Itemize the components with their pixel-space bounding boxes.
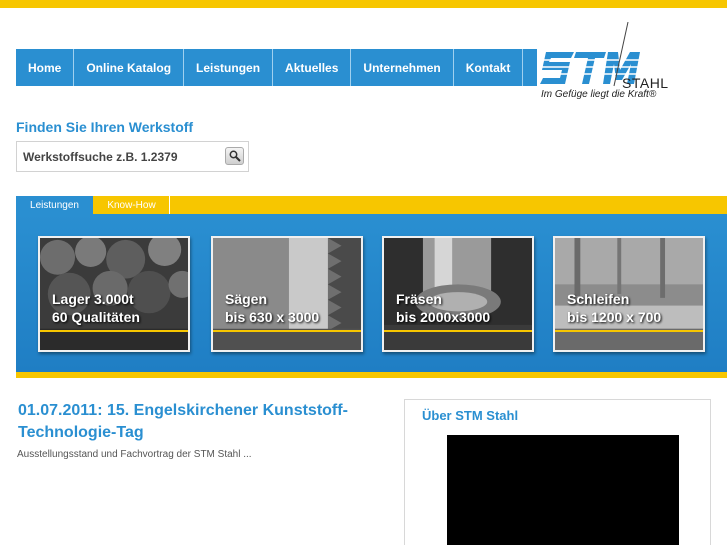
nav-item-unternehmen[interactable]: Unternehmen: [351, 49, 454, 86]
about-video-player[interactable]: [447, 435, 679, 545]
card-line-1: Sägen: [225, 291, 268, 307]
main-navigation: Home Online Katalog Leistungen Aktuelles…: [16, 49, 538, 86]
about-heading: Über STM Stahl: [422, 408, 519, 423]
nav-item-leistungen[interactable]: Leistungen: [184, 49, 274, 86]
card-line-1: Lager 3.000t: [52, 291, 134, 307]
nav-item-online-katalog[interactable]: Online Katalog: [74, 49, 185, 86]
card-line-2: bis 630 x 3000: [225, 309, 320, 325]
service-card-lager[interactable]: Lager 3.000t 60 Qualitäten: [38, 236, 190, 352]
nav-item-home[interactable]: Home: [16, 49, 75, 86]
search-heading: Finden Sie Ihren Werkstoff: [16, 119, 194, 135]
card-label: Fräsen bis 2000x3000: [396, 290, 490, 326]
card-label: Lager 3.000t 60 Qualitäten: [52, 290, 140, 326]
magnifier-icon: [229, 150, 241, 162]
tab-leistungen[interactable]: Leistungen: [16, 196, 93, 214]
card-divider: [384, 330, 532, 332]
top-accent-bar: [0, 0, 727, 8]
card-divider: [555, 330, 703, 332]
card-line-2: bis 1200 x 700: [567, 309, 662, 325]
card-line-2: bis 2000x3000: [396, 309, 491, 325]
material-search-input[interactable]: Werkstoffsuche z.B. 1.2379: [16, 141, 249, 172]
search-placeholder: Werkstoffsuche z.B. 1.2379: [23, 150, 178, 164]
card-line-2: 60 Qualitäten: [52, 309, 140, 325]
service-card-schleifen[interactable]: Schleifen bis 1200 x 700: [553, 236, 705, 352]
card-divider: [213, 330, 361, 332]
tab-know-how[interactable]: Know-How: [94, 196, 170, 214]
service-card-saegen[interactable]: Sägen bis 630 x 3000: [211, 236, 363, 352]
tab-bar: Leistungen Know-How: [16, 196, 727, 214]
news-teaser: Ausstellungsstand und Fachvortrag der ST…: [17, 449, 252, 460]
nav-item-kontakt[interactable]: Kontakt: [454, 49, 524, 86]
logo-tagline: Im Gefüge liegt die Kraft®: [541, 89, 657, 100]
card-divider: [40, 330, 188, 332]
card-label: Sägen bis 630 x 3000: [225, 290, 319, 326]
stm-stahl-logo[interactable]: STAHL Im Gefüge liegt die Kraft®: [540, 22, 680, 104]
news-headline-link[interactable]: 01.07.2011: 15. Engelskirchener Kunststo…: [18, 400, 388, 444]
about-panel: Über STM Stahl: [404, 399, 711, 545]
card-label: Schleifen bis 1200 x 700: [567, 290, 661, 326]
banner-bottom-stripe: [16, 372, 727, 378]
nav-spacer: [523, 49, 538, 86]
card-line-1: Schleifen: [567, 291, 630, 307]
nav-item-aktuelles[interactable]: Aktuelles: [273, 49, 352, 86]
card-line-1: Fräsen: [396, 291, 442, 307]
service-card-fraesen[interactable]: Fräsen bis 2000x3000: [382, 236, 534, 352]
search-button[interactable]: [225, 147, 244, 165]
